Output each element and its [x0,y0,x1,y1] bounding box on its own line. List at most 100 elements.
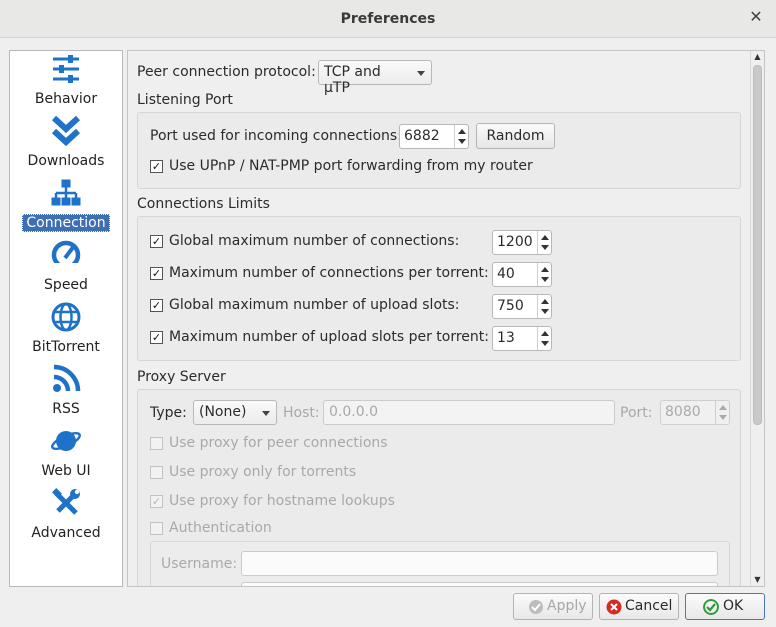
max-upload-slots-per-torrent-checkbox[interactable]: ✓ [150,331,163,344]
spin-buttons[interactable] [537,295,551,318]
proxy-host-label: Host: [283,405,320,421]
connection-settings-panel: Peer connection protocol: TCP and μTP Li… [127,50,765,587]
sidebar-item-behavior[interactable]: Behavior [10,53,122,115]
connection-limits-heading: Connections Limits [137,196,270,212]
tools-icon [52,488,80,515]
speedometer-icon [51,240,81,271]
password-input[interactable] [241,582,718,586]
sliders-icon [53,55,79,83]
check-circle-icon [529,600,543,614]
max-upload-slots-label: Global maximum number of upload slots: [169,297,460,313]
port-spinbox[interactable]: 6882 [399,124,469,149]
sidebar-item-label: Behavior [34,91,98,107]
sidebar-item-label: BitTorrent [32,339,100,355]
sidebar-item-advanced[interactable]: Advanced [10,487,122,549]
max-upload-slots-per-torrent-label: Maximum number of upload slots per torre… [169,329,489,345]
proxy-port-label: Port: [620,405,653,421]
sidebar-item-label: Downloads [27,153,105,169]
scroll-up-icon[interactable]: ▲ [751,51,764,63]
random-port-button[interactable]: Random [476,123,555,149]
username-label: Username: [161,556,238,572]
close-icon[interactable]: ✕ [748,9,764,25]
max-upload-slots-per-torrent-value: 13 [497,330,515,346]
connection-limits-group: ✓ Global maximum number of connections: … [137,216,741,361]
proxy-only-torrents-checkbox[interactable] [150,466,163,479]
proxy-hostname-lookups-label: Use proxy for hostname lookups [169,493,395,509]
apply-label: Apply [547,598,587,614]
proxy-peer-connections-checkbox[interactable] [150,437,163,450]
upnp-label: Use UPnP / NAT-PMP port forwarding from … [169,158,533,174]
max-connections-spinbox[interactable]: 1200 [492,230,552,255]
sidebar-item-label: Speed [44,277,88,293]
max-connections-per-torrent-checkbox[interactable]: ✓ [150,267,163,280]
proxy-authentication-label: Authentication [169,520,272,536]
globe-icon [51,302,81,332]
scroll-down-icon[interactable]: ▼ [751,574,764,586]
spin-buttons[interactable] [454,125,468,148]
proxy-type-value: (None) [199,404,247,420]
ok-check-icon [703,599,719,615]
proxy-peer-connections-label: Use proxy for peer connections [169,435,388,451]
spin-buttons[interactable] [537,327,551,350]
max-upload-slots-checkbox[interactable]: ✓ [150,299,163,312]
listening-port-heading: Listening Port [137,92,233,108]
spin-buttons[interactable] [537,231,551,254]
max-connections-label: Global maximum number of connections: [169,233,460,249]
ok-button[interactable]: OK [685,593,765,620]
max-connections-per-torrent-spinbox[interactable]: 40 [492,262,552,287]
sidebar-item-label: Advanced [31,525,101,541]
planet-icon [50,431,82,451]
port-value: 6882 [404,128,440,144]
sidebar-item-label: Connection [10,214,122,232]
window-title: Preferences [340,11,436,27]
sidebar-item-speed[interactable]: Speed [10,239,122,301]
sidebar-item-label: RSS [52,401,80,417]
proxy-only-torrents-label: Use proxy only for torrents [169,464,357,480]
cancel-icon [606,599,622,615]
max-connections-checkbox[interactable]: ✓ [150,235,163,248]
double-chevron-down-icon [51,115,81,147]
protocol-label: Peer connection protocol: [137,64,316,80]
network-icon [51,179,81,206]
chevron-down-icon [417,71,425,76]
proxy-port-spinbox[interactable]: 8080 [660,400,730,425]
protocol-value: TCP and μTP [324,64,381,96]
max-connections-value: 1200 [497,234,533,250]
cancel-label: Cancel [625,598,673,614]
sidebar-item-bittorrent[interactable]: BitTorrent [10,301,122,363]
max-connections-per-torrent-label: Maximum number of connections per torren… [169,265,489,281]
max-upload-slots-value: 750 [497,298,524,314]
proxy-host-input[interactable]: 0.0.0.0 [323,400,615,425]
chevron-down-icon [262,411,270,416]
authentication-group: Username: [150,541,730,586]
port-label: Port used for incoming connections: [150,128,402,144]
listening-port-group: Port used for incoming connections: 6882… [137,112,741,189]
sidebar-item-downloads[interactable]: Downloads [10,115,122,177]
scrollbar-thumb[interactable] [753,65,762,425]
sidebar-item-label: Web UI [41,463,91,479]
max-connections-per-torrent-value: 40 [497,266,515,282]
sidebar-item-connection[interactable]: Connection [10,177,122,239]
sidebar-item-rss[interactable]: RSS [10,363,122,425]
cancel-button[interactable]: Cancel [599,593,679,620]
spin-buttons[interactable] [715,401,729,424]
proxy-type-label: Type: [150,405,187,421]
proxy-server-heading: Proxy Server [137,369,226,385]
proxy-authentication-checkbox[interactable] [150,522,163,535]
proxy-type-select[interactable]: (None) [193,400,277,425]
upnp-checkbox[interactable]: ✓ [150,160,163,173]
protocol-select[interactable]: TCP and μTP [318,60,432,96]
max-upload-slots-per-torrent-spinbox[interactable]: 13 [492,326,552,351]
vertical-scrollbar[interactable]: ▲ ▼ [750,51,764,586]
sidebar-item-webui[interactable]: Web UI [10,425,122,487]
username-input[interactable] [241,551,718,576]
ok-label: OK [723,598,744,614]
apply-button[interactable]: Apply [513,593,593,620]
rss-icon [53,364,81,392]
max-upload-slots-spinbox[interactable]: 750 [492,294,552,319]
proxy-server-group: Type: (None) Host: 0.0.0.0 Port: 8080 Us… [137,389,741,586]
proxy-hostname-lookups-checkbox[interactable]: ✓ [150,495,163,508]
proxy-port-value: 8080 [665,404,701,420]
title-bar: Preferences ✕ [0,0,776,38]
spin-buttons[interactable] [537,263,551,286]
